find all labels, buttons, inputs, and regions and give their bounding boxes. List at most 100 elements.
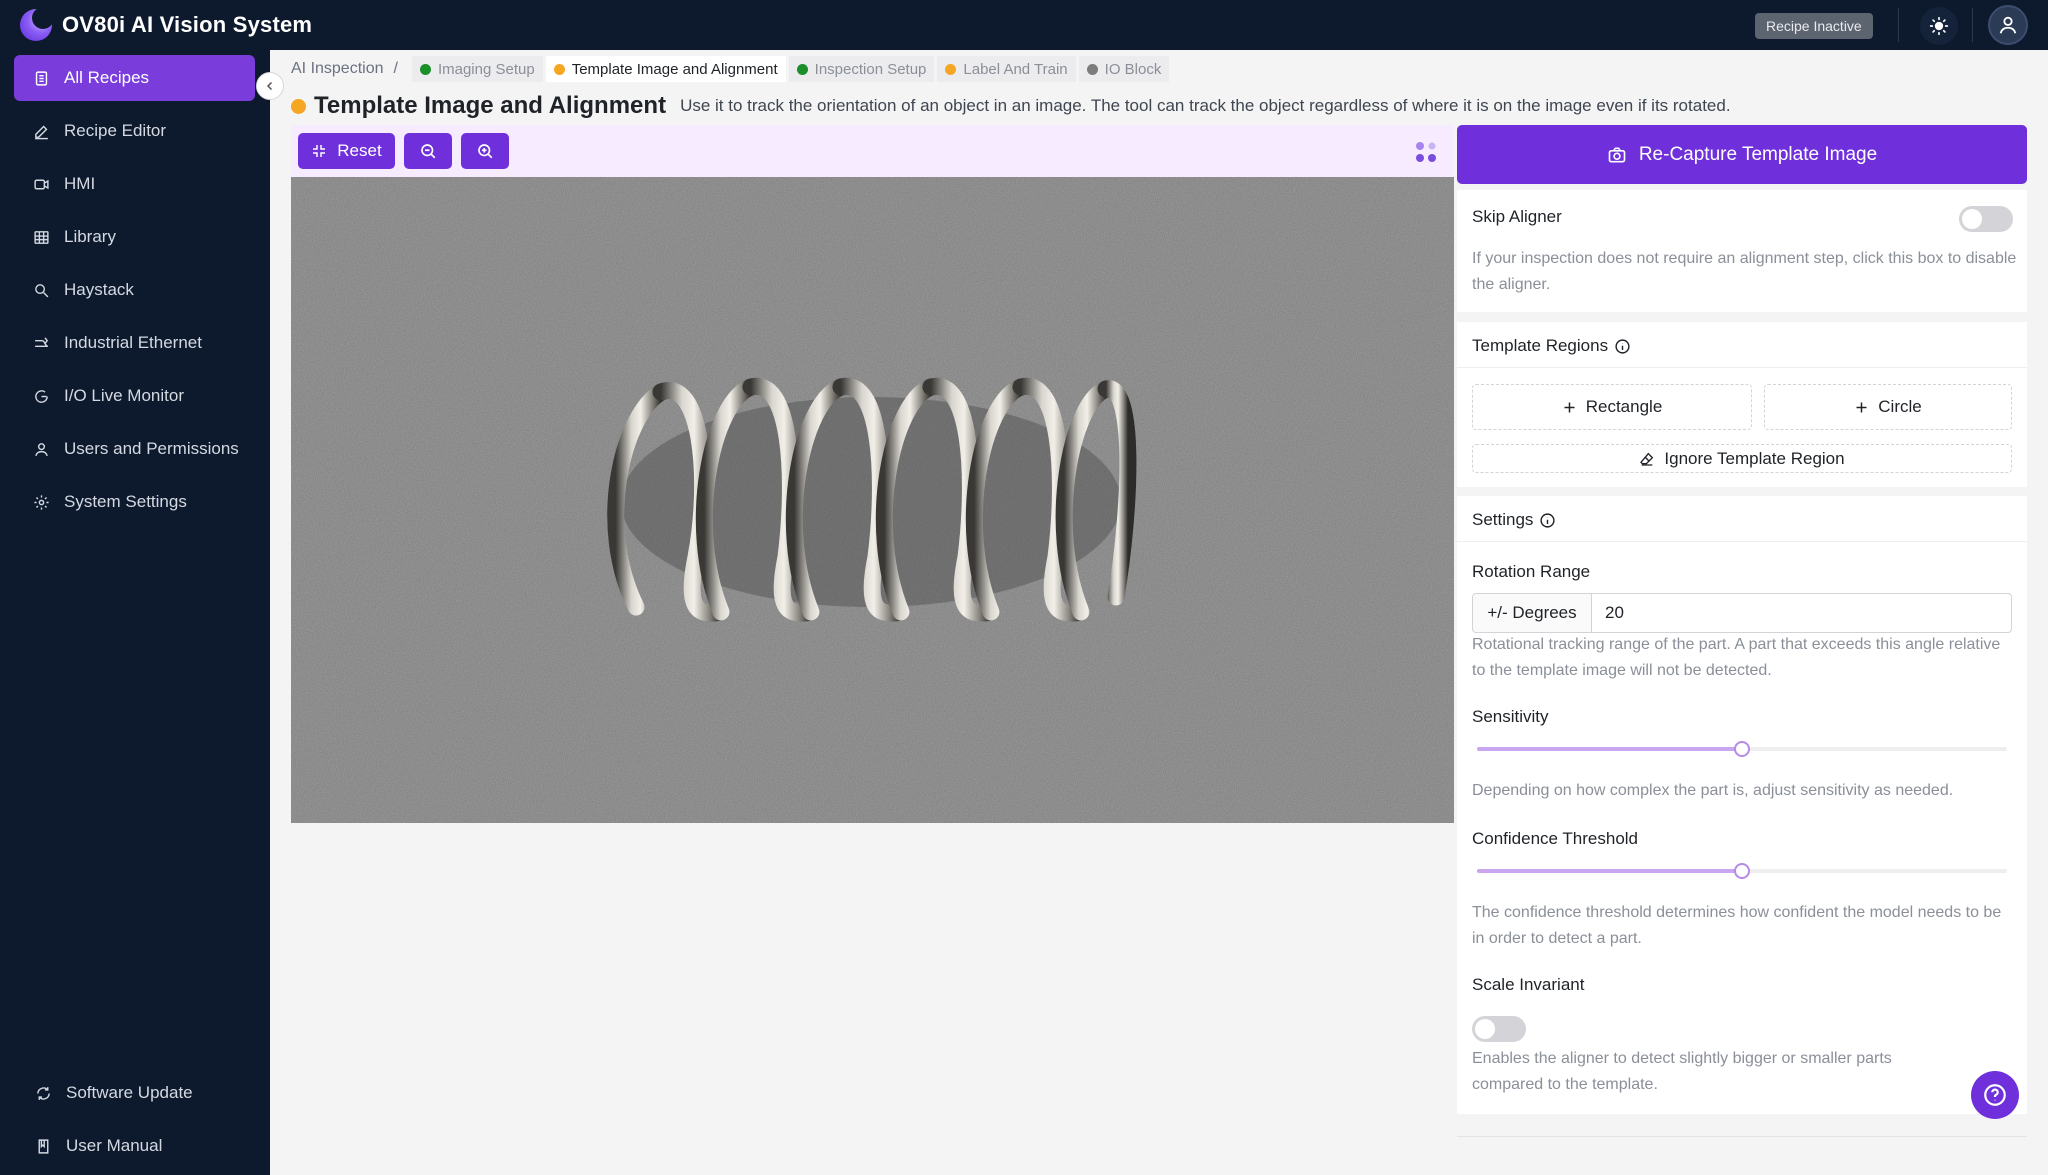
breadcrumb-root[interactable]: AI Inspection bbox=[291, 60, 384, 78]
step-tab-imaging-setup[interactable]: Imaging Setup bbox=[411, 56, 543, 82]
sidebar-item-label: Industrial Ethernet bbox=[64, 333, 202, 352]
sidebar-item-label: I/O Live Monitor bbox=[64, 386, 184, 405]
help-button[interactable] bbox=[1971, 1071, 2019, 1119]
toggle-knob bbox=[1962, 209, 1982, 229]
sensitivity-help: Depending on how complex the part is, ad… bbox=[1472, 782, 1954, 799]
top-bar: OV80i AI Vision System Recipe Inactive bbox=[0, 0, 2048, 50]
reset-button[interactable]: Reset bbox=[298, 133, 395, 169]
step-tab-io-block[interactable]: IO Block bbox=[1078, 56, 1170, 82]
info-icon[interactable] bbox=[1614, 338, 1631, 355]
info-icon[interactable] bbox=[1539, 512, 1556, 529]
settings-title: Settings bbox=[1472, 510, 1556, 530]
sidebar-item-hmi[interactable]: HMI bbox=[14, 161, 255, 207]
ignore-template-region-button[interactable]: Ignore Template Region bbox=[1472, 444, 2012, 473]
skip-aligner-toggle[interactable] bbox=[1959, 206, 2013, 232]
theme-toggle-button[interactable] bbox=[1920, 7, 1958, 45]
table-icon bbox=[32, 228, 50, 246]
sidebar-item-label: User Manual bbox=[66, 1136, 163, 1155]
step-tab-inspection-setup[interactable]: Inspection Setup bbox=[788, 56, 935, 82]
scale-invariant-label: Scale Invariant bbox=[1472, 975, 1585, 994]
camera-icon bbox=[1607, 145, 1627, 165]
zoom-in-button[interactable] bbox=[461, 133, 509, 169]
slider-handle[interactable] bbox=[1734, 741, 1750, 757]
add-circle-label: Circle bbox=[1878, 397, 1922, 416]
add-rectangle-button[interactable]: Rectangle bbox=[1472, 384, 1752, 430]
scale-invariant-toggle[interactable] bbox=[1472, 1016, 1526, 1042]
sidebar-item-haystack[interactable]: Haystack bbox=[14, 267, 255, 313]
loading-dots-icon bbox=[1416, 142, 1436, 162]
recapture-template-button[interactable]: Re-Capture Template Image bbox=[1457, 125, 2027, 184]
page-description: Use it to track the orientation of an ob… bbox=[680, 96, 1731, 115]
sidebar-item-label: Recipe Editor bbox=[64, 121, 167, 140]
rotation-range-help: Rotational tracking range of the part. A… bbox=[1472, 636, 2001, 679]
question-icon bbox=[1984, 1084, 2006, 1106]
sensitivity-label: Sensitivity bbox=[1472, 707, 1549, 726]
sidebar-item-label: Software Update bbox=[66, 1083, 193, 1102]
status-dot bbox=[419, 63, 431, 75]
eraser-icon bbox=[1639, 451, 1655, 467]
sidebar-item-software-update[interactable]: Software Update bbox=[14, 1070, 255, 1116]
step-tab-template-image-and-alignment[interactable]: Template Image and Alignment bbox=[545, 56, 786, 82]
sidebar-item-io-live-monitor[interactable]: I/O Live Monitor bbox=[14, 373, 255, 419]
viewer-toolbar: Reset bbox=[291, 125, 1454, 177]
sidebar-item-user-manual[interactable]: User Manual bbox=[14, 1123, 255, 1169]
skip-aligner-help: If your inspection does not require an a… bbox=[1472, 250, 2017, 293]
confidence-threshold-help: The confidence threshold determines how … bbox=[1472, 904, 2002, 947]
zoom-in-icon bbox=[478, 144, 493, 159]
search-icon bbox=[32, 281, 50, 299]
rotation-range-field: +/- Degrees bbox=[1457, 593, 2027, 633]
status-dot bbox=[1086, 63, 1098, 75]
rotation-unit-addon: +/- Degrees bbox=[1472, 593, 1592, 633]
sidebar-item-all-recipes[interactable]: All Recipes bbox=[14, 55, 255, 101]
pencil-icon bbox=[32, 122, 50, 140]
status-dot bbox=[796, 63, 808, 75]
sidebar-item-label: All Recipes bbox=[64, 68, 150, 87]
slider-handle[interactable] bbox=[1734, 863, 1750, 879]
sidebar-item-system-settings[interactable]: System Settings bbox=[14, 479, 255, 525]
step-tab-label-and-train[interactable]: Label And Train bbox=[937, 56, 1076, 82]
sidebar-item-label: Library bbox=[64, 227, 116, 246]
zoom-out-button[interactable] bbox=[404, 133, 452, 169]
gear-icon bbox=[32, 493, 50, 511]
status-dot bbox=[553, 63, 565, 75]
page-title: Template Image and Alignment bbox=[314, 92, 667, 119]
plus-icon bbox=[1854, 400, 1869, 415]
sidebar-item-library[interactable]: Library bbox=[14, 214, 255, 260]
rotation-range-label: Rotation Range bbox=[1472, 562, 1591, 581]
shrink-icon bbox=[313, 145, 326, 157]
toggle-knob bbox=[1475, 1019, 1495, 1039]
recipe-status-badge: Recipe Inactive bbox=[1755, 13, 1873, 39]
sidebar-item-industrial-ethernet[interactable]: Industrial Ethernet bbox=[14, 320, 255, 366]
app-title: OV80i AI Vision System bbox=[62, 12, 313, 37]
gauge-icon bbox=[32, 387, 50, 405]
sidebar-item-recipe-editor[interactable]: Recipe Editor bbox=[14, 108, 255, 154]
network-icon bbox=[32, 334, 50, 352]
sidebar-item-label: Users and Permissions bbox=[64, 439, 239, 458]
reset-button-label: Reset bbox=[337, 141, 382, 160]
template-regions-title: Template Regions bbox=[1472, 336, 1631, 356]
sidebar-item-label: HMI bbox=[64, 174, 96, 193]
page-header: Template Image and Alignment Use it to t… bbox=[291, 92, 1731, 120]
user-icon bbox=[1999, 16, 2017, 34]
step-tab-label: Template Image and Alignment bbox=[571, 60, 778, 78]
add-circle-button[interactable]: Circle bbox=[1764, 384, 2012, 430]
book-icon bbox=[34, 1137, 52, 1155]
user-avatar-button[interactable] bbox=[1988, 5, 2028, 45]
confidence-threshold-slider[interactable] bbox=[1477, 863, 2007, 879]
skip-aligner-label: Skip Aligner bbox=[1472, 207, 1562, 226]
user-icon bbox=[32, 440, 50, 458]
card-divider bbox=[1457, 367, 2027, 368]
sensitivity-slider[interactable] bbox=[1477, 741, 2007, 757]
template-regions-card: Template Regions Rectangle Circle Ignore… bbox=[1457, 322, 2027, 487]
breadcrumb-separator: / bbox=[393, 60, 398, 77]
template-image-canvas[interactable] bbox=[291, 177, 1454, 823]
recapture-template-label: Re-Capture Template Image bbox=[1638, 143, 1878, 165]
settings-title-text: Settings bbox=[1472, 510, 1534, 529]
step-tab-label: IO Block bbox=[1104, 60, 1162, 78]
rotation-range-input[interactable] bbox=[1591, 593, 2012, 633]
sidebar-item-users-and-permissions[interactable]: Users and Permissions bbox=[14, 426, 255, 472]
settings-card: Settings Rotation Range +/- Degrees Rota… bbox=[1457, 496, 2027, 1114]
scale-invariant-help: Enables the aligner to detect slightly b… bbox=[1472, 1050, 1892, 1093]
sidebar-collapse-button[interactable] bbox=[256, 72, 284, 100]
panel-bottom-divider bbox=[1457, 1136, 2027, 1137]
